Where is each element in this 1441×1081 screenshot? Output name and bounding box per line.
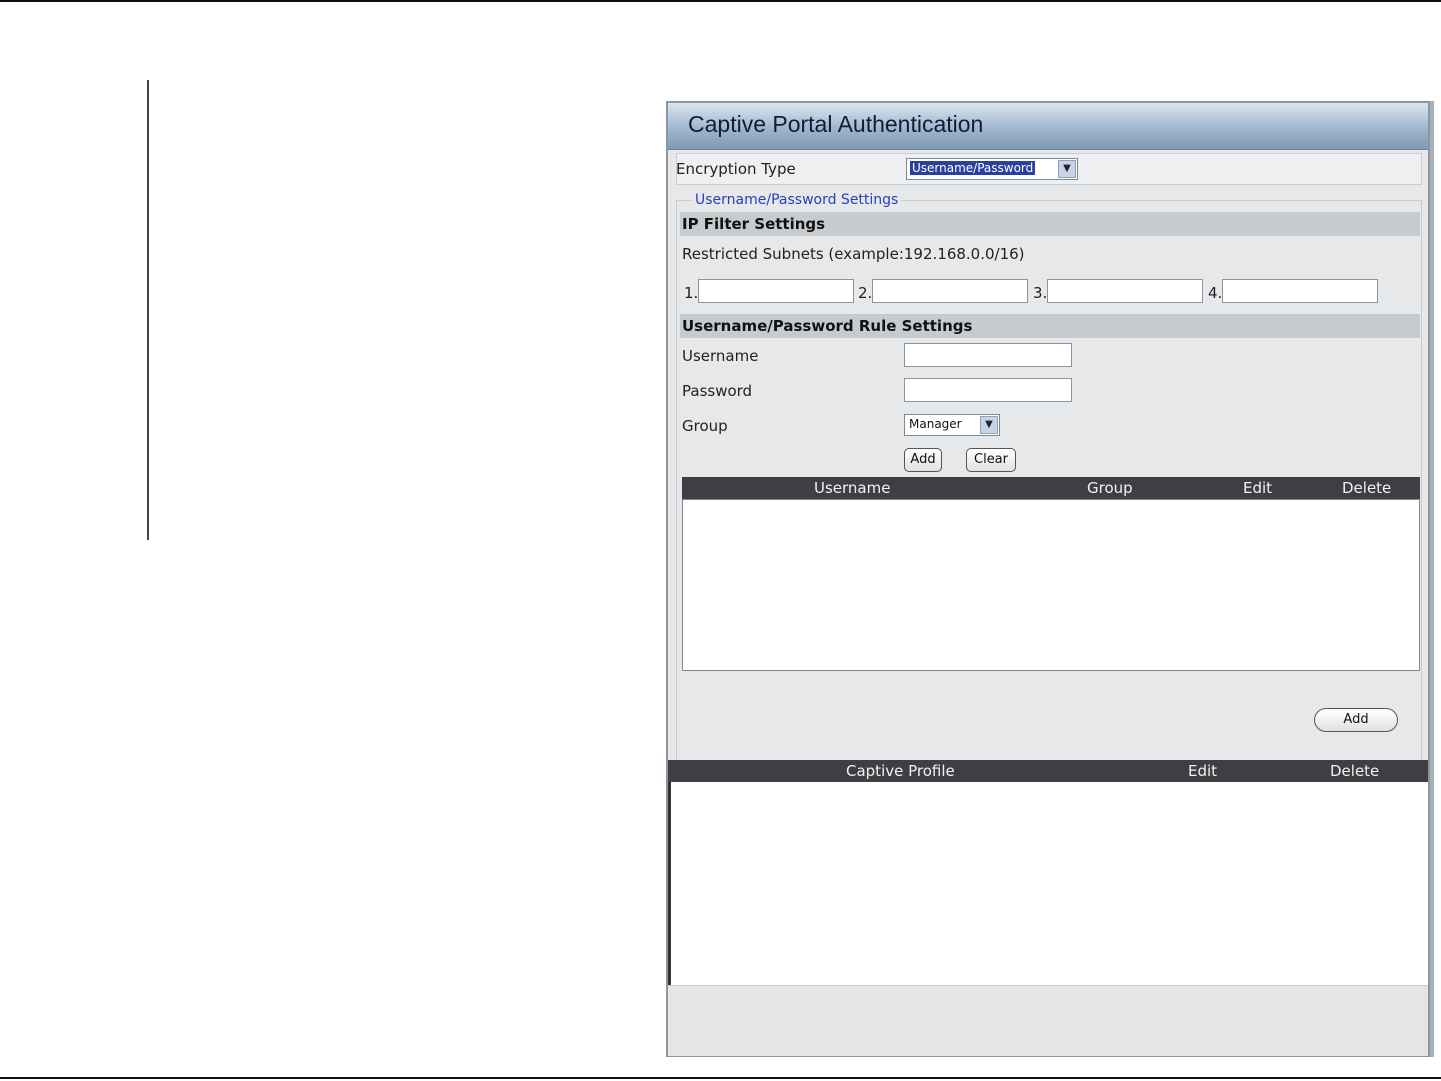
username-label: Username [682,347,759,365]
title-bar: Captive Portal Authentication [668,103,1428,150]
add-user-button[interactable]: Add [904,448,942,472]
group-label: Group [682,417,728,435]
encryption-type-label: Encryption Type [676,160,796,178]
profile-col-delete: Delete [1330,762,1380,780]
encryption-type-value: Username/Password [910,161,1036,175]
user-col-delete: Delete [1342,479,1392,497]
password-label: Password [682,382,753,400]
password-input[interactable] [904,378,1072,402]
subnet-2-input[interactable] [872,279,1028,303]
panel-title: Captive Portal Authentication [688,111,984,137]
group-value: Manager [909,417,962,431]
restricted-subnets-label: Restricted Subnets (example:192.168.0.0/… [682,245,1025,263]
group-select[interactable]: Manager ▼ [904,414,1000,436]
bottom-rule [0,1077,1441,1079]
subnet-3-input[interactable] [1047,279,1203,303]
rule-heading: Username/Password Rule Settings [682,317,973,335]
subnet-4-label: 4. [1208,284,1223,302]
side-rule [147,80,149,540]
subnet-1-input[interactable] [698,279,854,303]
add-profile-button[interactable]: Add [1314,708,1398,732]
profile-col-edit: Edit [1188,762,1218,780]
chevron-down-icon: ▼ [1058,160,1076,178]
profile-table-header: Captive Profile Edit Delete [668,760,1428,782]
clear-button[interactable]: Clear [966,448,1016,472]
user-col-username: Username [814,479,891,497]
top-rule [0,0,1441,2]
ip-filter-heading: IP Filter Settings [682,215,826,233]
user-col-group: Group [1087,479,1133,497]
user-table-body [682,499,1420,671]
subnet-4-input[interactable] [1222,279,1378,303]
settings-legend: Username/Password Settings [692,192,902,208]
subnet-3-label: 3. [1033,284,1048,302]
subnet-1-label: 1. [684,284,699,302]
panel-scroll-edge [1430,101,1434,1057]
captive-portal-panel: Captive Portal Authentication Encryption… [666,101,1430,1057]
username-input[interactable] [904,343,1072,367]
chevron-down-icon: ▼ [980,416,998,434]
subnet-2-label: 2. [858,284,873,302]
user-col-edit: Edit [1243,479,1273,497]
encryption-type-select[interactable]: Username/Password ▼ [906,158,1078,180]
panel-footer [668,985,1428,1056]
profile-table-body [668,782,1428,985]
user-table-header: Username Group Edit Delete [682,477,1420,499]
profile-col-name: Captive Profile [846,762,955,780]
